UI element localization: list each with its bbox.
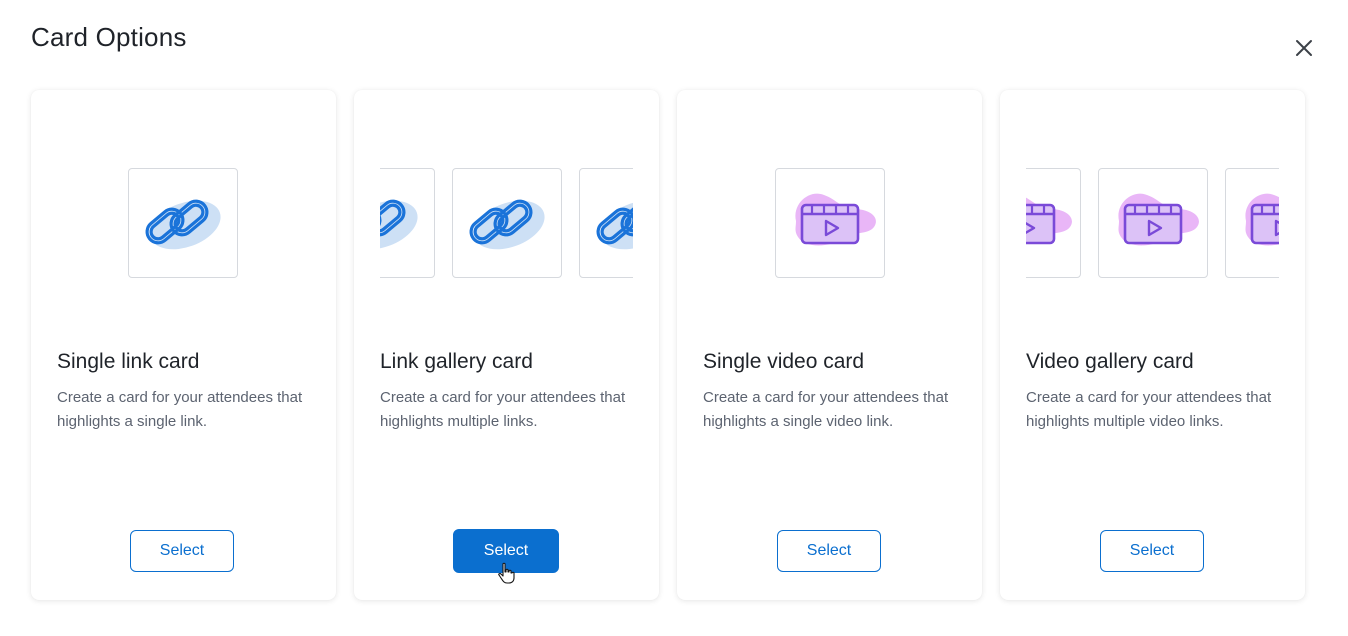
preview-tile <box>452 168 562 278</box>
close-button[interactable] <box>1290 34 1318 62</box>
dialog-title: Card Options <box>31 22 187 52</box>
card-single-link: Single link card Create a card for your … <box>31 90 336 600</box>
link-icon <box>380 199 418 250</box>
card-title: Single link card <box>57 350 200 373</box>
card-description: Create a card for your attendees that hi… <box>380 389 626 430</box>
preview-tile <box>579 168 633 278</box>
select-video-gallery-button[interactable]: Select <box>1100 530 1204 572</box>
video-icon <box>1026 197 1072 245</box>
video-icon <box>795 193 876 246</box>
card-link-gallery: Link gallery card Create a card for your… <box>354 90 659 600</box>
preview-tile <box>1026 168 1081 278</box>
card-title: Link gallery card <box>380 350 533 373</box>
video-icon <box>1245 193 1279 246</box>
video-icon <box>1118 193 1199 246</box>
card-description: Create a card for your attendees that hi… <box>57 389 303 430</box>
card-description: Create a card for your attendees that hi… <box>703 389 949 430</box>
card-description: Create a card for your attendees that hi… <box>1026 389 1272 430</box>
close-icon <box>1296 40 1312 56</box>
card-preview <box>703 168 956 278</box>
preview-tile <box>775 168 885 278</box>
card-video-gallery: Video gallery card Create a card for you… <box>1000 90 1305 600</box>
card-options-list: Single link card Create a card for your … <box>31 90 1305 600</box>
link-icon <box>596 199 633 250</box>
select-single-link-button[interactable]: Select <box>130 530 234 572</box>
preview-tile <box>128 168 238 278</box>
link-icon <box>469 199 545 250</box>
card-preview <box>380 168 633 278</box>
card-preview <box>57 168 310 278</box>
card-single-video: Single video card Create a card for your… <box>677 90 982 600</box>
preview-tile <box>1098 168 1208 278</box>
preview-tile <box>380 168 435 278</box>
link-icon <box>145 199 221 250</box>
card-preview <box>1026 168 1279 278</box>
card-title: Single video card <box>703 350 865 373</box>
hand-cursor-icon <box>498 562 515 584</box>
select-single-video-button[interactable]: Select <box>777 530 881 572</box>
card-title: Video gallery card <box>1026 350 1194 373</box>
preview-tile <box>1225 168 1279 278</box>
